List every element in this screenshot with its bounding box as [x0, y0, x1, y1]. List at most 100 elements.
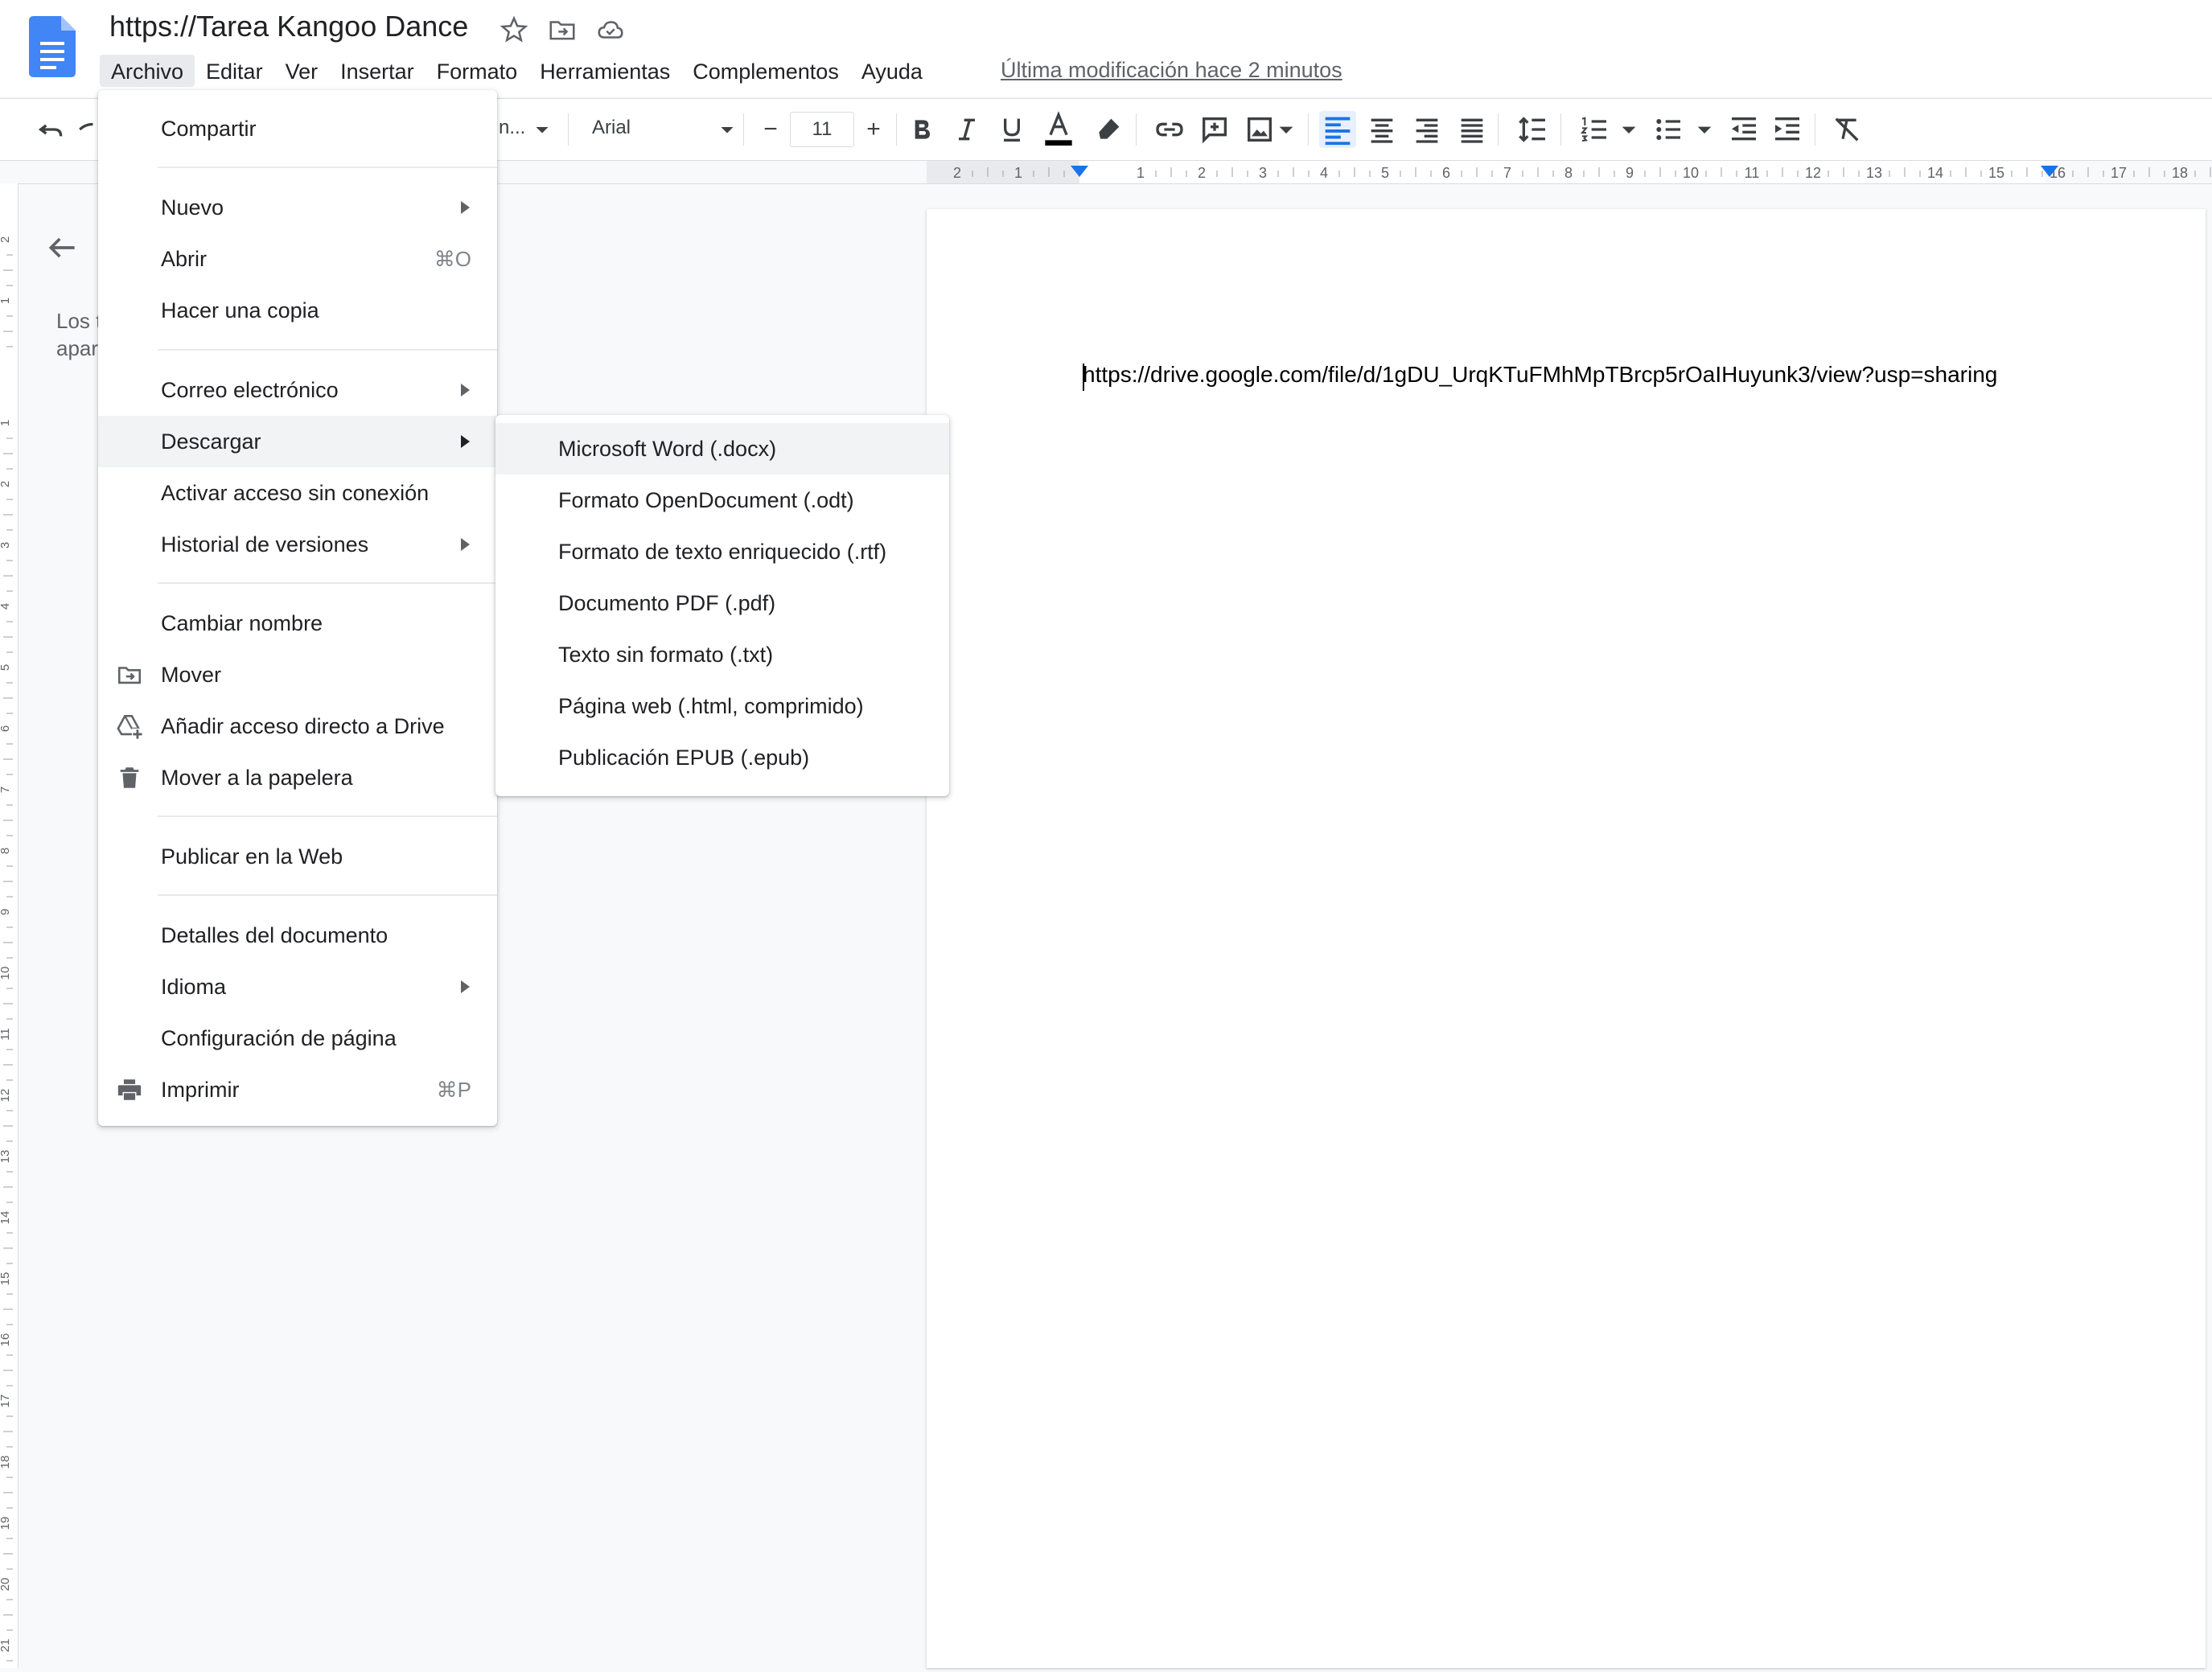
ruler-tick-label: 18	[0, 1456, 12, 1469]
style-select[interactable]: n...	[499, 117, 525, 139]
italic-icon[interactable]	[951, 113, 983, 146]
ruler-tick-label: 18	[2172, 165, 2188, 181]
menu-item-imprimir[interactable]: Imprimir ⌘P	[98, 1064, 497, 1115]
download-pdf[interactable]: Documento PDF (.pdf)	[495, 577, 949, 629]
menu-item-label: Cambiar nombre	[161, 610, 323, 635]
cloud-saved-icon[interactable]	[595, 14, 626, 45]
redo-icon[interactable]	[77, 113, 98, 146]
numbered-list-dropdown-icon[interactable]	[1617, 113, 1641, 146]
outline-text-line: apar	[56, 336, 98, 360]
ruler-tick-label: 10	[0, 967, 12, 980]
image-dropdown-icon[interactable]	[1274, 113, 1298, 146]
numbered-list-icon[interactable]	[1578, 113, 1610, 146]
last-modified-link[interactable]: Última modificación hace 2 minutos	[1001, 58, 1342, 83]
download-odt[interactable]: Formato OpenDocument (.odt)	[495, 474, 949, 526]
menu-divider	[158, 166, 497, 168]
print-icon	[117, 1079, 142, 1100]
menu-herramientas[interactable]: Herramientas	[528, 55, 681, 87]
ruler-tick-label: 16	[0, 1333, 12, 1347]
menu-item-config-pagina[interactable]: Configuración de página	[98, 1013, 497, 1064]
ruler-tick-label: 3	[0, 542, 12, 548]
clear-formatting-icon[interactable]	[1831, 113, 1863, 146]
menu-archivo[interactable]: Archivo	[100, 55, 195, 87]
ruler-tick-label: 21	[0, 1639, 12, 1653]
star-icon[interactable]	[499, 14, 529, 45]
menu-complementos[interactable]: Complementos	[681, 55, 850, 87]
move-folder-icon[interactable]	[547, 14, 578, 45]
font-size-input[interactable]: 11	[790, 112, 854, 147]
menu-item-sin-conexion[interactable]: Activar acceso sin conexión	[98, 467, 497, 519]
ruler-content-area	[1079, 161, 2045, 183]
menu-item-descargar[interactable]: Descargar	[98, 416, 497, 467]
font-dropdown-icon[interactable]	[713, 113, 742, 146]
download-html[interactable]: Página web (.html, comprimido)	[495, 680, 949, 732]
menu-item-mover[interactable]: Mover	[98, 649, 497, 700]
document-page[interactable]	[927, 209, 2206, 1668]
menu-item-nuevo[interactable]: Nuevo	[98, 182, 497, 233]
menu-item-compartir[interactable]: Compartir	[98, 103, 497, 154]
toolbar-divider	[743, 113, 744, 146]
menu-item-papelera[interactable]: Mover a la papelera	[98, 752, 497, 803]
menu-item-abrir[interactable]: Abrir ⌘O	[98, 233, 497, 285]
undo-icon[interactable]	[35, 113, 68, 146]
download-rtf[interactable]: Formato de texto enriquecido (.rtf)	[495, 526, 949, 577]
submenu-arrow-icon	[461, 201, 470, 214]
font-select[interactable]: Arial	[592, 117, 631, 139]
decrease-font-size-button[interactable]: −	[754, 113, 787, 146]
menu-insertar[interactable]: Insertar	[329, 55, 426, 87]
ruler-tick-label: 4	[0, 603, 12, 610]
style-dropdown-icon[interactable]	[528, 113, 557, 146]
menu-item-label: Publicación EPUB (.epub)	[558, 745, 810, 770]
justify-icon[interactable]	[1456, 113, 1488, 146]
ruler-tick-label: 6	[1442, 165, 1450, 181]
highlight-color-icon[interactable]	[1092, 113, 1125, 146]
add-comment-icon[interactable]	[1199, 113, 1231, 146]
ruler-tick-label: 1	[1014, 165, 1022, 181]
menu-item-historial[interactable]: Historial de versiones	[98, 519, 497, 570]
menu-item-cambiar-nombre[interactable]: Cambiar nombre	[98, 598, 497, 649]
bulleted-list-icon[interactable]	[1652, 113, 1684, 146]
menu-editar[interactable]: Editar	[195, 55, 274, 87]
menu-item-detalles[interactable]: Detalles del documento	[98, 910, 497, 961]
ruler-tick-label: 7	[1503, 165, 1511, 181]
docs-logo-icon[interactable]	[29, 16, 76, 77]
menu-item-idioma[interactable]: Idioma	[98, 961, 497, 1013]
move-folder-icon	[117, 667, 142, 684]
download-epub[interactable]: Publicación EPUB (.epub)	[495, 732, 949, 783]
ruler-tick-label: 9	[0, 909, 12, 915]
menu-item-label: Nuevo	[161, 195, 224, 220]
insert-link-icon[interactable]	[1153, 113, 1186, 146]
align-left-icon[interactable]	[1319, 111, 1356, 148]
menu-item-publicar[interactable]: Publicar en la Web	[98, 831, 497, 882]
document-title[interactable]: https://Tarea Kangoo Dance	[109, 10, 468, 43]
insert-image-icon[interactable]	[1244, 113, 1276, 146]
toolbar-divider	[568, 113, 569, 146]
menu-formato[interactable]: Formato	[426, 55, 529, 87]
download-txt[interactable]: Texto sin formato (.txt)	[495, 629, 949, 680]
underline-icon[interactable]	[996, 113, 1028, 146]
menu-ver[interactable]: Ver	[274, 55, 330, 87]
ruler-tick-label: 11	[1745, 165, 1760, 181]
text-color-icon[interactable]	[1042, 110, 1075, 149]
ruler-tick-label: 20	[0, 1578, 12, 1592]
menu-item-hacer-copia[interactable]: Hacer una copia	[98, 285, 497, 336]
menu-item-label: Configuración de página	[161, 1025, 397, 1050]
decrease-indent-icon[interactable]	[1728, 113, 1760, 146]
increase-indent-icon[interactable]	[1771, 113, 1803, 146]
shortcut-label: ⌘O	[434, 246, 471, 271]
ruler-tick-label: 12	[0, 1089, 12, 1103]
outline-back-arrow-icon[interactable]	[45, 230, 80, 265]
line-spacing-icon[interactable]	[1517, 113, 1549, 146]
increase-font-size-button[interactable]: +	[857, 113, 890, 146]
vertical-ruler[interactable]: 21123456789101112131415161718192021	[0, 183, 19, 1668]
menu-divider	[158, 815, 497, 817]
bold-icon[interactable]	[906, 113, 938, 146]
align-center-icon[interactable]	[1366, 113, 1398, 146]
align-right-icon[interactable]	[1411, 113, 1443, 146]
document-body-text[interactable]: https://drive.google.com/file/d/1gDU_Urq…	[1083, 362, 1997, 388]
menu-item-correo[interactable]: Correo electrónico	[98, 364, 497, 416]
menu-ayuda[interactable]: Ayuda	[850, 55, 934, 87]
bulleted-list-dropdown-icon[interactable]	[1692, 113, 1717, 146]
menu-item-acceso-directo[interactable]: Añadir acceso directo a Drive	[98, 700, 497, 752]
download-docx[interactable]: Microsoft Word (.docx)	[495, 423, 949, 474]
